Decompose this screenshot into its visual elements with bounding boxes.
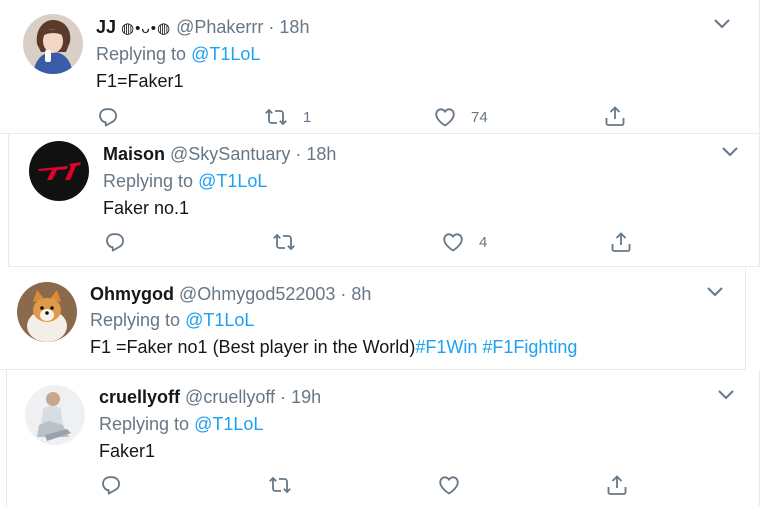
tweet-header: JJ ◍•ᴗ•◍ @Phakerrr · 18h bbox=[96, 16, 309, 40]
reply-button[interactable] bbox=[103, 230, 127, 254]
reply-tweet[interactable]: cruellyoff @cruellyoff · 19h Replying to… bbox=[6, 370, 760, 506]
reply-tweet[interactable]: JJ ◍•ᴗ•◍ @Phakerrr · 18h Replying to @T1… bbox=[0, 0, 760, 134]
share-icon bbox=[605, 473, 629, 497]
reply-tweet[interactable]: Ohmygod @Ohmygod522003 · 8h Replying to … bbox=[0, 267, 746, 370]
user-name[interactable]: cruellyoff bbox=[99, 387, 180, 407]
replying-to-link[interactable]: @T1LoL bbox=[198, 171, 267, 191]
like-button[interactable] bbox=[437, 473, 475, 497]
tweet-time[interactable]: 19h bbox=[291, 387, 321, 407]
reply-icon bbox=[99, 473, 123, 497]
user-handle[interactable]: @Phakerrr bbox=[176, 17, 263, 37]
dog-photo-avatar[interactable] bbox=[17, 282, 77, 342]
tweet-header: cruellyoff @cruellyoff · 19h bbox=[99, 386, 321, 408]
replying-to: Replying to @T1LoL bbox=[96, 43, 260, 65]
like-count: 74 bbox=[471, 108, 488, 126]
heart-icon bbox=[441, 230, 465, 254]
like-button[interactable]: 4 bbox=[441, 230, 487, 254]
replying-to-link[interactable]: @T1LoL bbox=[185, 310, 254, 330]
user-name[interactable]: Ohmygod bbox=[90, 284, 174, 304]
retweet-icon bbox=[271, 230, 297, 254]
chevron-down-icon[interactable] bbox=[713, 18, 731, 30]
replying-to: Replying to @T1LoL bbox=[90, 309, 254, 331]
user-handle[interactable]: @SkySantuary bbox=[170, 144, 290, 164]
reply-icon bbox=[103, 230, 127, 254]
replying-to: Replying to @T1LoL bbox=[99, 413, 263, 435]
retweet-button[interactable] bbox=[271, 230, 311, 254]
share-button[interactable] bbox=[603, 104, 627, 128]
tweet-text: F1 =Faker no1 (Best player in the World)… bbox=[90, 336, 577, 358]
user-name[interactable]: JJ bbox=[96, 17, 116, 37]
replying-label: Replying to bbox=[90, 310, 181, 330]
like-count: 4 bbox=[479, 233, 488, 251]
tweet-time[interactable]: 8h bbox=[351, 284, 371, 304]
retweet-icon bbox=[267, 473, 293, 497]
person-photo-avatar[interactable] bbox=[25, 385, 85, 445]
share-button[interactable] bbox=[605, 473, 629, 497]
separator-dot: · bbox=[295, 144, 302, 164]
reply-button[interactable] bbox=[99, 473, 123, 497]
replying-to: Replying to @T1LoL bbox=[103, 170, 267, 192]
retweet-button[interactable]: 1 bbox=[263, 105, 311, 129]
share-icon bbox=[609, 230, 633, 254]
tweet-header: Ohmygod @Ohmygod522003 · 8h bbox=[90, 283, 371, 305]
heart-icon bbox=[433, 105, 457, 129]
like-button[interactable]: 74 bbox=[433, 105, 488, 129]
retweet-icon bbox=[263, 105, 289, 129]
name-emoji: ◍•ᴗ•◍ bbox=[121, 20, 172, 37]
separator-dot: · bbox=[340, 284, 347, 304]
user-handle[interactable]: @Ohmygod522003 bbox=[179, 284, 335, 304]
tweet-text: F1=Faker1 bbox=[96, 71, 184, 91]
user-handle[interactable]: @cruellyoff bbox=[185, 387, 275, 407]
tweet-text: Faker1 bbox=[99, 441, 156, 461]
separator-dot: · bbox=[280, 387, 287, 407]
t1-logo-avatar[interactable] bbox=[29, 141, 89, 201]
tweet-body-text: F1 =Faker no1 (Best player in the World) bbox=[90, 337, 416, 357]
replying-to-link[interactable]: @T1LoL bbox=[191, 44, 260, 64]
tweet-time[interactable]: 18h bbox=[306, 144, 336, 164]
replying-label: Replying to bbox=[99, 414, 190, 434]
share-button[interactable] bbox=[609, 230, 633, 254]
chevron-down-icon[interactable] bbox=[721, 146, 739, 158]
share-icon bbox=[603, 104, 627, 128]
reply-icon bbox=[96, 105, 120, 129]
tweet-text: Faker no.1 bbox=[103, 198, 190, 218]
reply-button[interactable] bbox=[96, 105, 120, 129]
retweet-count: 1 bbox=[303, 108, 312, 126]
replying-label: Replying to bbox=[103, 171, 194, 191]
chevron-down-icon[interactable] bbox=[706, 286, 724, 298]
retweet-button[interactable] bbox=[267, 473, 307, 497]
user-name[interactable]: Maison bbox=[103, 144, 165, 164]
replying-to-link[interactable]: @T1LoL bbox=[194, 414, 263, 434]
chevron-down-icon[interactable] bbox=[717, 389, 735, 401]
hashtags[interactable]: #F1Win #F1Fighting bbox=[415, 337, 577, 357]
heart-icon bbox=[437, 473, 461, 497]
user-photo-avatar[interactable] bbox=[23, 14, 83, 74]
replying-label: Replying to bbox=[96, 44, 187, 64]
tweet-time[interactable]: 18h bbox=[279, 17, 309, 37]
separator-dot: · bbox=[268, 17, 275, 37]
reply-tweet[interactable]: Maison @SkySantuary · 18h Replying to @T… bbox=[8, 134, 760, 267]
tweet-header: Maison @SkySantuary · 18h bbox=[103, 143, 336, 165]
